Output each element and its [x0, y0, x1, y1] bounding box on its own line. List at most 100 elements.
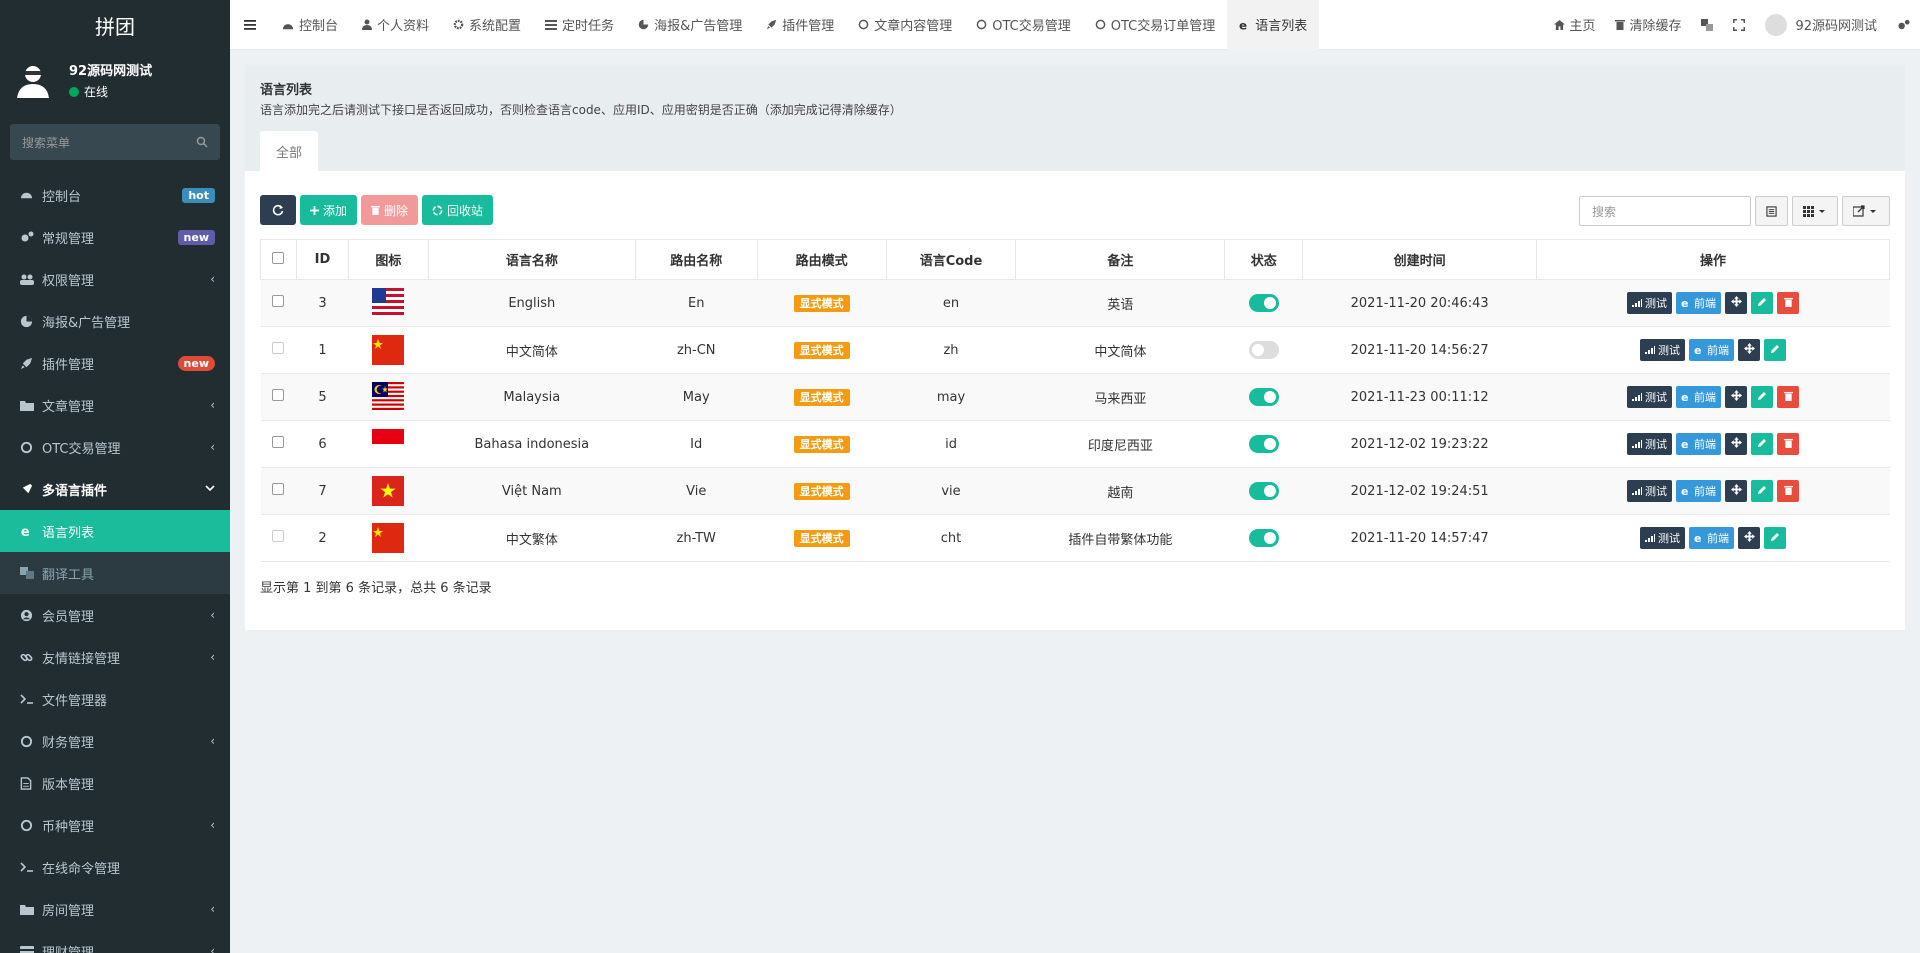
column-header-route-name[interactable]: 路由名称 [634, 239, 758, 280]
tab-system-config[interactable]: 系统配置 [441, 0, 533, 50]
sidebar-item-links[interactable]: 友情链接管理 ‹ [0, 636, 230, 678]
delete-row-button[interactable] [1777, 480, 1800, 502]
status-toggle[interactable] [1248, 435, 1279, 453]
menu-search-input[interactable]: 搜索菜单 [10, 124, 220, 160]
row-select-cell[interactable] [260, 279, 297, 327]
column-header-language-code[interactable]: 语言Code [885, 239, 1017, 280]
row-select-cell[interactable] [260, 420, 297, 468]
translate-button[interactable] [1691, 0, 1723, 50]
sidebar-item-dashboard[interactable]: 控制台 hot [0, 174, 230, 216]
sidebar-item-versions[interactable]: 版本管理 [0, 762, 230, 804]
row-checkbox[interactable] [272, 389, 285, 401]
home-link[interactable]: 主页 [1544, 0, 1605, 50]
edit-button[interactable] [1751, 292, 1774, 314]
tab-language-list[interactable]: e 语言列表 [1227, 0, 1320, 50]
drag-sort-button[interactable] [1738, 339, 1761, 361]
column-header-language-name[interactable]: 语言名称 [427, 239, 636, 280]
column-header-status[interactable]: 状态 [1224, 239, 1304, 280]
sidebar-item-file-manager[interactable]: 文件管理器 [0, 678, 230, 720]
frontend-button[interactable]: e 前端 [1689, 527, 1735, 549]
drag-sort-button[interactable] [1725, 480, 1748, 502]
delete-row-button[interactable] [1777, 292, 1800, 314]
tab-poster-ads[interactable]: 海报&广告管理 [626, 0, 754, 50]
refresh-button[interactable] [260, 195, 296, 225]
tab-dashboard[interactable]: 控制台 [270, 0, 350, 50]
frontend-button[interactable]: e 前端 [1676, 292, 1722, 314]
row-checkbox[interactable] [272, 436, 285, 448]
sidebar-item-language-list[interactable]: e 语言列表 [0, 510, 230, 552]
tab-article-content[interactable]: 文章内容管理 [846, 0, 964, 50]
status-toggle[interactable] [1248, 294, 1279, 312]
sidebar-item-otc[interactable]: OTC交易管理 ‹ [0, 426, 230, 468]
delete-row-button[interactable] [1777, 386, 1800, 408]
row-checkbox[interactable] [272, 342, 285, 354]
sidebar-item-permissions[interactable]: 权限管理 ‹ [0, 258, 230, 300]
sidebar-item-articles[interactable]: 文章管理 ‹ [0, 384, 230, 426]
column-header-route-mode[interactable]: 路由模式 [756, 239, 887, 280]
sidebar-item-members[interactable]: 会员管理 ‹ [0, 594, 230, 636]
sidebar-item-wealth[interactable]: 理财管理 ‹ [0, 930, 230, 953]
tab-all[interactable]: 全部 [260, 131, 319, 171]
table-row[interactable]: 7 Việt Nam Vie 显式模式 vie 越南 2021-12-02 19:24:51… [260, 467, 1890, 515]
row-checkbox[interactable] [272, 483, 285, 495]
row-select-cell[interactable] [260, 467, 297, 515]
table-row[interactable]: 3 English En 显式模式 en 英语 2021-11-20 20:46:43 测试 e… [260, 279, 1890, 327]
frontend-button[interactable]: e 前端 [1676, 386, 1722, 408]
brand-logo[interactable]: 拼团 [0, 0, 230, 50]
status-toggle[interactable] [1248, 482, 1279, 500]
tab-profile[interactable]: 个人资料 [350, 0, 441, 50]
tab-plugins[interactable]: 插件管理 [754, 0, 846, 50]
select-all-header[interactable] [260, 239, 297, 280]
sidebar-item-plugins[interactable]: 插件管理 new [0, 342, 230, 384]
table-row[interactable]: 6 Bahasa indonesia Id 显式模式 id 印度尼西亚 2021-12-02… [260, 420, 1890, 468]
delete-button[interactable]: 删除 [361, 195, 419, 225]
frontend-button[interactable]: e 前端 [1689, 339, 1735, 361]
edit-button[interactable] [1764, 527, 1787, 549]
tab-otc-orders[interactable]: OTC交易订单管理 [1083, 0, 1228, 50]
edit-button[interactable] [1751, 480, 1774, 502]
settings-button[interactable] [1887, 0, 1920, 50]
edit-button[interactable] [1751, 386, 1774, 408]
test-button[interactable]: 测试 [1640, 527, 1686, 549]
export-button[interactable] [1842, 196, 1890, 226]
sidebar-toggle-button[interactable] [230, 0, 270, 50]
sidebar-item-general[interactable]: 常规管理 new [0, 216, 230, 258]
add-button[interactable]: 添加 [300, 195, 358, 225]
test-button[interactable]: 测试 [1640, 339, 1686, 361]
sidebar-item-finance[interactable]: 财务管理 ‹ [0, 720, 230, 762]
sidebar-item-translate-tool[interactable]: 翻译工具 [0, 552, 230, 594]
drag-sort-button[interactable] [1725, 292, 1748, 314]
row-checkbox[interactable] [272, 295, 285, 307]
select-all-checkbox[interactable] [272, 251, 285, 264]
sidebar-item-online-commands[interactable]: 在线命令管理 [0, 846, 230, 888]
edit-button[interactable] [1764, 339, 1787, 361]
frontend-button[interactable]: e 前端 [1676, 480, 1722, 502]
table-row[interactable]: 1 中文简体 zh-CN 显式模式 zh 中文简体 2021-11-20 14:56:27 测… [260, 326, 1890, 374]
column-header-remark[interactable]: 备注 [1015, 239, 1226, 280]
drag-sort-button[interactable] [1725, 433, 1748, 455]
drag-sort-button[interactable] [1738, 527, 1761, 549]
drag-sort-button[interactable] [1725, 386, 1748, 408]
tab-scheduled-tasks[interactable]: 定时任务 [533, 0, 626, 50]
test-button[interactable]: 测试 [1627, 386, 1673, 408]
test-button[interactable]: 测试 [1627, 480, 1673, 502]
toggle-view-button[interactable] [1755, 196, 1788, 226]
column-header-id[interactable]: ID [295, 239, 349, 280]
sidebar-item-multilang[interactable]: 多语言插件 [0, 468, 230, 510]
table-search-input[interactable]: 搜索 [1579, 196, 1751, 226]
status-toggle[interactable] [1248, 341, 1279, 359]
recycle-bin-button[interactable]: 回收站 [422, 195, 494, 225]
column-header-created-time[interactable]: 创建时间 [1302, 239, 1538, 280]
status-toggle[interactable] [1248, 388, 1279, 406]
table-row[interactable]: 5 Malaysia May 显式模式 may 马来西亚 2021-11-23 00:11:… [260, 373, 1890, 421]
columns-button[interactable] [1792, 196, 1838, 226]
status-toggle[interactable] [1248, 529, 1279, 547]
sidebar-item-poster-ads[interactable]: 海报&广告管理 [0, 300, 230, 342]
test-button[interactable]: 测试 [1627, 292, 1673, 314]
fullscreen-button[interactable] [1723, 0, 1755, 50]
test-button[interactable]: 测试 [1627, 433, 1673, 455]
sidebar-item-currency[interactable]: 币种管理 ‹ [0, 804, 230, 846]
column-header-icon[interactable]: 图标 [347, 239, 429, 280]
row-select-cell[interactable] [260, 373, 297, 421]
user-menu[interactable]: 92源码网测试 [1755, 0, 1887, 50]
